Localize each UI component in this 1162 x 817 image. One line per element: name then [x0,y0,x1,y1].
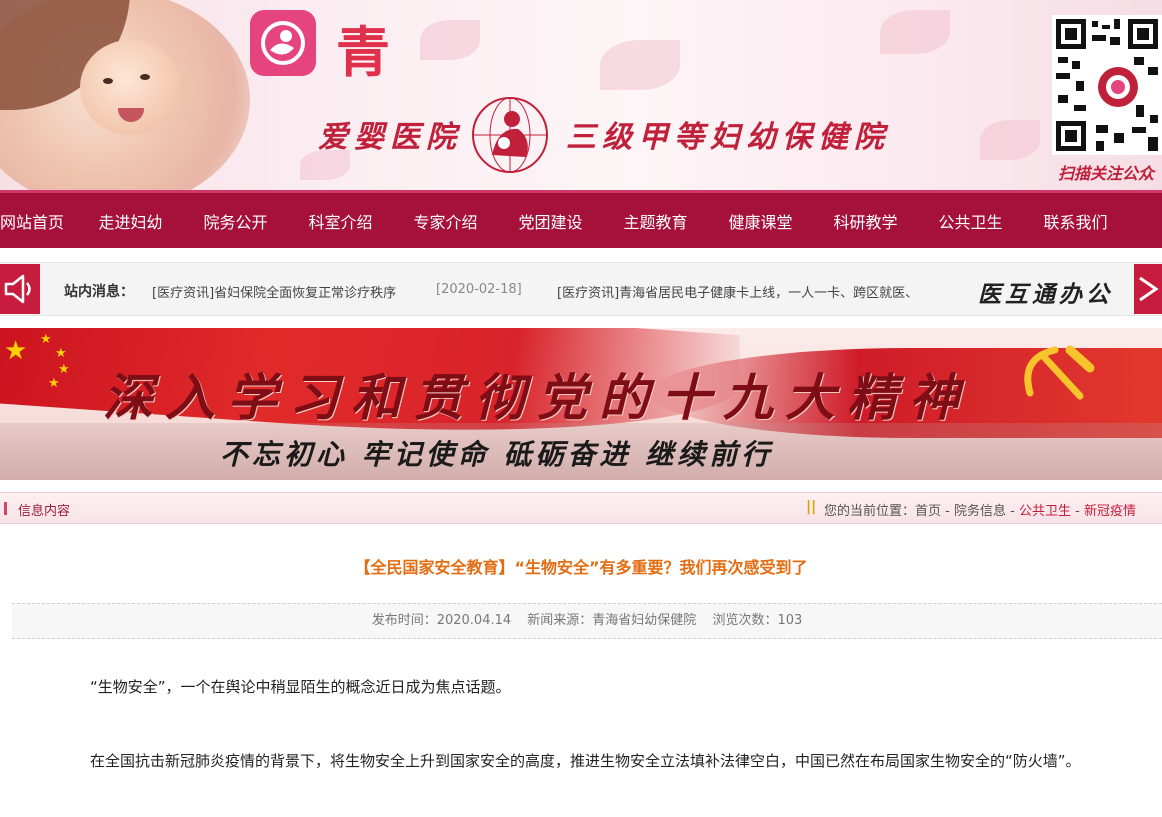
breadcrumb: 信息内容 || 您的当前位置：首页 - 院务信息 - 公共卫生 - 新冠疫情 [0,492,1162,524]
article-paragraph: “生物安全”，一个在舆论中稍显陌生的概念近日成为焦点话题。 [90,678,511,696]
nav-item-health-class[interactable]: 健康课堂 [708,209,813,233]
party-banner: ★ ★ ★ ★ ★ 深入学习和贯彻党的十九大精神 不忘初心 牢记使命 砥砺奋进 … [0,328,1162,480]
nav-item-theme-education[interactable]: 主题教育 [603,209,708,233]
breadcrumb-path: 您的当前位置：首页 - 院务信息 - 公共卫生 - 新冠疫情 [824,500,1136,519]
qr-code-icon [1052,15,1162,155]
nav-item-public-health[interactable]: 公共卫生 [918,209,1023,233]
breadcrumb-separator: - [1006,504,1019,519]
site-header: 青 爱婴医院 三级甲等妇幼保健院 扫描关注公众 [0,0,1162,190]
article-title: 【全民国家安全教育】“生物安全”有多重要？我们再次感受到了 [354,558,808,577]
banner-title: 深入学习和贯彻党的十九大精神 [103,368,971,427]
section-marker [4,502,7,515]
publish-time: 发布时间：2020.04.14 [371,613,512,628]
nav-item-affairs[interactable]: 院务公开 [183,209,288,233]
breadcrumb-affairs-link[interactable]: 院务信息 [954,504,1006,519]
breadcrumb-prefix: 您的当前位置： [824,504,916,519]
section-title: 信息内容 [18,504,71,519]
star-icon: ★ [40,332,52,347]
nav-item-party[interactable]: 党团建设 [498,209,603,233]
baby-eye [103,78,113,84]
party-emblem-icon [1024,345,1095,400]
hospital-grade-label: 三级甲等妇幼保健院 [566,120,890,155]
news-ticker: 站内消息： [医疗资讯]省妇保院全面恢复正常诊疗秩序 [2020-02-18] … [0,262,1162,316]
nav-item-experts[interactable]: 专家介绍 [393,209,498,233]
star-icon: ★ [55,346,67,361]
nav-item-departments[interactable]: 科室介绍 [288,209,393,233]
article-meta: 发布时间：2020.04.14 新闻来源：青海省妇幼保健院 浏览次数：103 [12,603,1162,639]
ticker-news-link[interactable]: [医疗资讯]省妇保院全面恢复正常诊疗秩序 [152,282,396,301]
breadcrumb-divider-icon: || [806,499,817,515]
petal-decoration [420,20,480,60]
nav-item-home[interactable]: 网站首页 [0,209,78,233]
breadcrumb-home-link[interactable]: 首页 [915,504,941,519]
baby-friendly-hospital-label: 爱婴医院 [318,120,462,155]
star-icon: ★ [48,376,60,391]
nav-item-about[interactable]: 走进妇幼 [78,209,183,233]
breadcrumb-separator: - [941,504,954,519]
qr-caption: 扫描关注公众 [1058,164,1155,183]
main-navigation: 网站首页 走进妇幼 院务公开 科室介绍 专家介绍 党团建设 主题教育 健康课堂 … [0,190,1162,248]
ticker-news-date: [2020-02-18] [436,282,522,297]
article-paragraph: 在全国抗击新冠肺炎疫情的背景下，将生物安全上升到国家安全的高度，推进生物安全立法… [90,752,1081,770]
breadcrumb-covid-link[interactable]: 新冠疫情 [1084,504,1136,519]
ticker-label: 站内消息： [64,284,134,300]
breadcrumb-separator: - [1071,504,1084,519]
nav-item-research[interactable]: 科研教学 [813,209,918,233]
yihutong-office-link[interactable]: 医互通办公 [978,275,1113,309]
hospital-emblem-icon [472,97,548,173]
petal-decoration [880,10,950,54]
star-icon: ★ [4,336,28,366]
banner-subtitle: 不忘初心 牢记使命 砥砺奋进 继续前行 [220,438,774,471]
nav-item-contact[interactable]: 联系我们 [1023,209,1128,233]
ticker-news-link[interactable]: [医疗资讯]青海省居民电子健康卡上线，一人一卡、跨区就医、 [557,282,918,301]
star-icon: ★ [58,362,70,377]
speaker-icon [0,264,40,314]
petal-decoration [600,40,680,90]
news-source: 新闻来源：青海省妇幼保健院 [527,613,697,628]
breadcrumb-public-health-link[interactable]: 公共卫生 [1019,504,1071,519]
logo-character: 青 [336,20,390,84]
yihutong-logo-icon[interactable] [1134,264,1162,314]
view-count: 浏览次数：103 [712,613,803,628]
petal-decoration [980,120,1040,160]
baby-eye [140,74,150,80]
hospital-logo-icon[interactable] [250,10,316,76]
